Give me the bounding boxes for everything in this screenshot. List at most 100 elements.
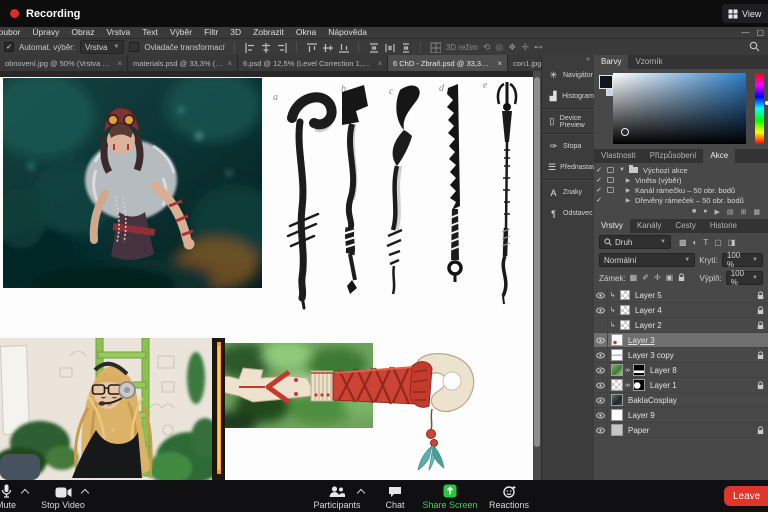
eye-visible-icon[interactable]	[594, 393, 608, 407]
layer-row[interactable]: 8 Layer 1	[594, 378, 768, 393]
tab-kanaly[interactable]: Kanály	[630, 219, 668, 233]
stop-video-button[interactable]: Stop Video	[28, 484, 98, 510]
action-dialog-toggle-icon[interactable]	[607, 197, 614, 203]
scrollbar-thumb[interactable]	[534, 77, 540, 447]
layer-name[interactable]: BaklaCosplay	[628, 396, 764, 405]
layer-name[interactable]: Layer 4	[635, 306, 755, 315]
blend-mode-dropdown[interactable]: Normální▼	[599, 253, 695, 267]
layer-name[interactable]: Layer 1	[650, 381, 755, 390]
document-tab[interactable]: 6 ChD - Zbraň.psd @ 33,3% (Layer 3,RGB/8…	[388, 55, 508, 71]
dock-item-device-preview-icon[interactable]: ▯Device Preview	[542, 111, 594, 132]
menu-3d[interactable]: 3D	[224, 27, 247, 38]
distribute-center-icon[interactable]	[384, 42, 395, 53]
leave-button[interactable]: Leave	[724, 486, 768, 506]
type-filter-icon[interactable]: T	[703, 238, 708, 247]
actions-buttons-row[interactable]: ■●▶▤⊞▦	[594, 205, 768, 216]
mask-link-icon[interactable]: 8	[624, 382, 630, 389]
document-tab[interactable]: obnovení.jpg @ 50% (Vrstva 13,RGB/8…×	[0, 55, 128, 71]
tab-barvy[interactable]: Barvy	[594, 55, 628, 69]
adjustment-filter-icon[interactable]: ◐	[693, 238, 698, 247]
share-screen-button[interactable]: Share Screen	[416, 484, 484, 510]
play-icon[interactable]: ▶	[714, 208, 719, 216]
action-enabled-check-icon[interactable]: ✓	[594, 176, 604, 184]
distribute-top-icon[interactable]	[368, 42, 379, 53]
tab-prizpusobeni[interactable]: Přizpůsobení	[643, 149, 704, 163]
action-expander-icon[interactable]: ▶	[624, 197, 632, 204]
layer-mask-thumbnail[interactable]	[633, 379, 645, 391]
action-enabled-check-icon[interactable]: ✓	[594, 196, 604, 204]
layer-row[interactable]: Paper	[594, 423, 768, 438]
action-dialog-toggle-icon[interactable]	[607, 177, 614, 183]
menu-soubor[interactable]: Soubor	[0, 27, 26, 38]
align-left-icon[interactable]	[244, 42, 255, 53]
record-icon[interactable]: ●	[703, 208, 707, 216]
layer-name[interactable]: Layer 9	[628, 411, 764, 420]
eye-visible-icon[interactable]	[594, 303, 608, 317]
layer-row[interactable]: ↳Layer 4	[594, 303, 768, 318]
mask-link-icon[interactable]: 8	[624, 367, 630, 374]
orbit-3d-icon[interactable]: ⟲	[483, 42, 491, 53]
lock-all-icon[interactable]	[678, 273, 685, 284]
layer-thumbnail[interactable]	[620, 290, 630, 300]
lock-position-icon[interactable]: ✛	[654, 273, 661, 284]
layer-thumbnail[interactable]	[620, 305, 630, 315]
maximize-icon[interactable]: ▢	[756, 27, 764, 38]
action-row[interactable]: ✓▶Kanál rámečku – 50 obr. bodů	[594, 185, 768, 195]
eye-visible-icon[interactable]	[594, 363, 608, 377]
tab-akce[interactable]: Akce	[703, 149, 735, 163]
eye-visible-icon[interactable]	[594, 408, 608, 422]
action-enabled-check-icon[interactable]: ✓	[594, 166, 604, 174]
layer-name[interactable]: Layer 5	[635, 291, 755, 300]
dock-item-histogram-icon[interactable]: ▟Histogram	[542, 86, 594, 107]
close-tab-icon[interactable]: ×	[227, 59, 232, 68]
action-expander-icon[interactable]: ▶	[624, 177, 632, 184]
new-action-icon[interactable]: ⊞	[741, 208, 747, 216]
tab-vrstvy[interactable]: Vrstvy	[594, 219, 630, 233]
fill-field[interactable]: 100 %▼	[726, 271, 763, 285]
action-enabled-check-icon[interactable]: ✓	[594, 186, 604, 194]
action-row[interactable]: ✓▶Viněta (výběr)	[594, 175, 768, 185]
transform-controls-checkbox[interactable]	[129, 42, 139, 52]
delete-icon[interactable]: ▦	[753, 208, 760, 216]
layer-row[interactable]: ↳Layer 2	[594, 318, 768, 333]
eye-visible-icon[interactable]	[594, 348, 608, 362]
layer-thumbnail[interactable]	[611, 334, 623, 346]
layer-thumbnail[interactable]	[611, 379, 623, 391]
layer-mask-thumbnail[interactable]	[633, 364, 645, 376]
layer-thumbnail[interactable]	[611, 409, 623, 421]
layer-row[interactable]: ↳Layer 5	[594, 288, 768, 303]
auto-select-checkbox[interactable]: ✓	[4, 42, 14, 52]
eye-visible-icon[interactable]	[594, 333, 608, 347]
tab-vlastnosti[interactable]: Vlastnosti	[594, 149, 643, 163]
color-cursor[interactable]	[621, 128, 629, 136]
eye-visible-icon[interactable]	[594, 378, 608, 392]
folder-icon[interactable]: ▤	[727, 208, 734, 216]
document-tab[interactable]: materials.psd @ 33,3% (Layer 65,RGB/…×	[128, 55, 238, 71]
align-top-icon[interactable]	[306, 42, 317, 53]
menu-okna[interactable]: Okna	[290, 27, 322, 38]
close-tab-icon[interactable]: ×	[117, 59, 122, 68]
menu-n-pov-da[interactable]: Nápověda	[322, 27, 373, 38]
minimize-icon[interactable]: —	[741, 27, 749, 38]
menu-obraz[interactable]: Obraz	[65, 27, 100, 38]
layer-row[interactable]: BaklaCosplay	[594, 393, 768, 408]
layer-name[interactable]: Paper	[628, 426, 755, 435]
dock-item-character-icon[interactable]: AZnaky	[542, 182, 594, 203]
menu-zobrazit[interactable]: Zobrazit	[247, 27, 290, 38]
dock-item-paragraph-icon[interactable]: ¶Odstavec	[542, 203, 594, 224]
layer-row[interactable]: Layer 3	[594, 333, 768, 348]
align-center-h-icon[interactable]	[260, 42, 271, 53]
action-row[interactable]: ✓▶Dřevěný rámeček – 50 obr. bodů	[594, 195, 768, 205]
close-tab-icon[interactable]: ×	[497, 59, 502, 68]
action-dialog-toggle-icon[interactable]	[607, 187, 614, 193]
lock-artboard-icon[interactable]: ▣	[666, 273, 674, 284]
grid-icon[interactable]	[430, 42, 441, 53]
layer-thumbnail[interactable]	[620, 320, 630, 330]
action-expander-icon[interactable]: ▼	[618, 167, 626, 173]
layer-name[interactable]: Layer 2	[635, 321, 755, 330]
tab-historie[interactable]: Historie	[703, 219, 744, 233]
lock-pixels-icon[interactable]: ✐	[642, 273, 649, 284]
layer-thumbnail[interactable]	[611, 394, 623, 406]
zoom-3d-icon[interactable]: ⊷	[534, 42, 543, 53]
pan-3d-icon[interactable]: ❖	[508, 42, 516, 53]
